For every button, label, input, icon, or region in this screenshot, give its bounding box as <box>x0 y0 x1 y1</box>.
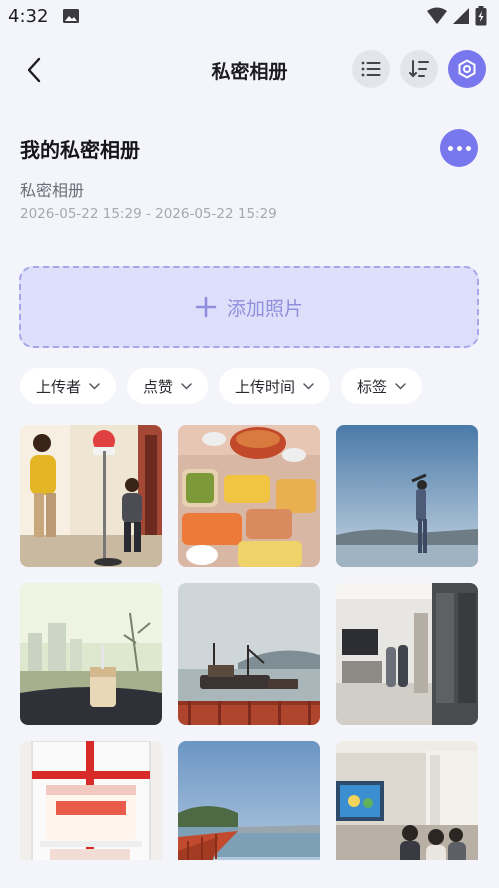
chevron-down-icon <box>395 382 406 390</box>
filter-uploader[interactable]: 上传者 <box>20 368 117 404</box>
filter-label: 上传时间 <box>235 377 296 396</box>
plus-icon <box>195 296 217 318</box>
photo-birthday-cake[interactable] <box>20 741 162 861</box>
more-options-button[interactable] <box>440 129 478 167</box>
photo-image <box>336 425 478 567</box>
chevron-down-icon <box>181 382 192 390</box>
bottom-area <box>0 860 499 888</box>
photo-grid <box>20 425 478 861</box>
status-bar: 4:32 <box>0 0 499 34</box>
photo-image <box>20 583 162 725</box>
photo-family-tv[interactable] <box>336 741 478 861</box>
photo-image <box>20 741 162 861</box>
add-photo-label: 添加照片 <box>226 297 303 320</box>
more-dot-icon <box>447 145 453 151</box>
battery-icon <box>475 6 487 26</box>
more-dot-icon <box>465 145 471 151</box>
photo-image <box>20 425 162 567</box>
signal-icon <box>453 8 469 24</box>
filter-bar: 上传者 点赞 上传时间 标签 <box>20 368 423 404</box>
filter-tags[interactable]: 标签 <box>341 368 423 404</box>
settings-hexagon-icon <box>458 59 476 79</box>
photo-child-basketball[interactable] <box>20 425 162 567</box>
photo-image <box>178 425 320 567</box>
more-dot-icon <box>456 145 462 151</box>
list-view-button[interactable] <box>352 50 390 88</box>
filter-upload-time[interactable]: 上传时间 <box>219 368 331 404</box>
app-header: 私密相册 <box>0 40 499 98</box>
photo-fishing-boats[interactable] <box>178 583 320 725</box>
photo-image <box>336 741 478 861</box>
add-photo-button[interactable]: 添加照片 <box>19 266 479 348</box>
chevron-down-icon <box>303 382 314 390</box>
list-icon <box>361 61 381 77</box>
image-notification-icon <box>63 9 79 23</box>
photo-coastal-walkway[interactable] <box>178 741 320 861</box>
photo-image <box>178 583 320 725</box>
filter-label: 点赞 <box>143 377 174 396</box>
filter-likes[interactable]: 点赞 <box>127 368 209 404</box>
photo-image <box>178 741 320 861</box>
photo-dinner-table[interactable] <box>178 425 320 567</box>
wifi-icon <box>427 7 447 24</box>
photo-seaside-person[interactable] <box>336 425 478 567</box>
filter-label: 标签 <box>357 377 388 396</box>
album-description: 私密相册 <box>20 181 85 200</box>
chevron-left-icon <box>27 57 41 83</box>
status-time: 4:32 <box>8 6 49 27</box>
photo-image <box>336 583 478 725</box>
sort-icon <box>409 60 429 78</box>
photo-living-room[interactable] <box>336 583 478 725</box>
album-date-range: 2026-05-22 15:29 - 2026-05-22 15:29 <box>20 206 277 222</box>
sort-button[interactable] <box>400 50 438 88</box>
chevron-down-icon <box>89 382 100 390</box>
album-name: 我的私密相册 <box>20 138 140 162</box>
settings-button[interactable] <box>448 50 486 88</box>
filter-label: 上传者 <box>36 377 82 396</box>
photo-coffee-car[interactable] <box>20 583 162 725</box>
back-button[interactable] <box>16 52 52 88</box>
